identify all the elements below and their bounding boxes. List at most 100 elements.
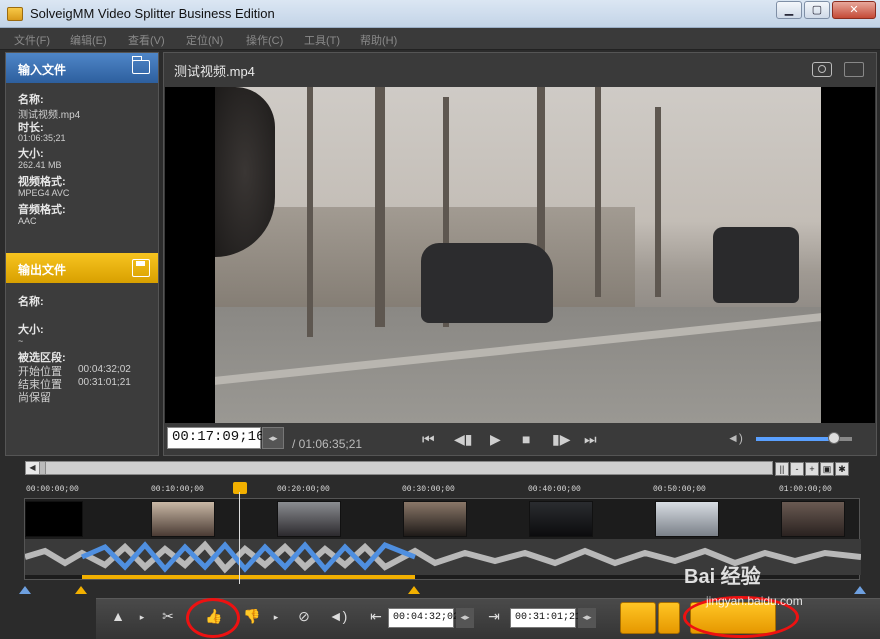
playhead-line bbox=[239, 492, 240, 584]
tick-label: 00:50:00;00 bbox=[653, 485, 706, 494]
video-filename: 测试视频.mp4 bbox=[174, 64, 255, 79]
title-bar: SolveigMM Video Splitter Business Editio… bbox=[0, 0, 880, 28]
volume-slider-knob[interactable] bbox=[828, 432, 840, 444]
fit-view-button[interactable]: ▣ bbox=[820, 462, 834, 476]
thumbnail bbox=[277, 501, 341, 537]
play-button[interactable]: ▶ bbox=[490, 431, 501, 448]
menu-navigate[interactable]: 定位(N) bbox=[186, 32, 223, 48]
output-name-label: 名称: bbox=[18, 296, 44, 308]
video-panel: 测试视频.mp4 00:17:09;16 ◂▸ / 01:06:35;21 ⏮ … bbox=[163, 52, 877, 456]
tick-label: 00:10:00;00 bbox=[151, 485, 204, 494]
timeline-ruler[interactable]: 00:00:00;00 00:10:00;00 00:20:00;00 00:3… bbox=[24, 480, 860, 500]
marker-up-icon[interactable]: ▲ bbox=[106, 608, 130, 624]
thumbnail bbox=[529, 501, 593, 537]
settings-button[interactable]: ✱ bbox=[835, 462, 849, 476]
print-icon[interactable] bbox=[844, 62, 864, 77]
jump-end-button[interactable]: ⏭ bbox=[584, 431, 597, 448]
menu-edit[interactable]: 编辑(E) bbox=[70, 32, 107, 48]
tick-label: 00:30:00;00 bbox=[402, 485, 455, 494]
blue-marker-end[interactable] bbox=[854, 586, 866, 594]
cut-dropdown-button[interactable] bbox=[658, 602, 680, 634]
timeline-scrollbar[interactable]: ◀ bbox=[25, 461, 773, 475]
thumbnail bbox=[655, 501, 719, 537]
input-size-label: 大小: bbox=[18, 148, 44, 160]
thumbs-dropdown-icon[interactable]: ▸ bbox=[264, 612, 288, 623]
output-file-header[interactable]: 输出文件 bbox=[6, 253, 158, 283]
playhead-marker[interactable] bbox=[233, 482, 247, 494]
input-duration-value: 01:06:35;21 bbox=[18, 133, 66, 143]
input-size-value: 262.41 MB bbox=[18, 160, 62, 170]
input-audio-format-value: AAC bbox=[18, 216, 37, 226]
menu-bar: 文件(F) 编辑(E) 查看(V) 定位(N) 操作(C) 工具(T) 帮助(H… bbox=[0, 28, 880, 50]
range-end-field[interactable]: 00:31:01;21 bbox=[510, 608, 581, 628]
input-video-format-label: 视频格式: bbox=[18, 176, 66, 188]
start-position-value: 00:04:32;02 bbox=[78, 364, 131, 375]
menu-operations[interactable]: 操作(C) bbox=[246, 32, 283, 48]
range-end-marker[interactable] bbox=[408, 586, 420, 594]
timecode-spinner[interactable]: ◂▸ bbox=[262, 427, 284, 449]
current-timecode-field[interactable]: 00:17:09;16 bbox=[167, 427, 264, 449]
pause-zoom-button[interactable]: || bbox=[775, 462, 789, 476]
scroll-left-button[interactable]: ◀ bbox=[26, 462, 40, 474]
baidu-watermark: Bai 经验 bbox=[684, 566, 761, 588]
input-file-header[interactable]: 输入文件 bbox=[6, 53, 158, 83]
zoom-in-button[interactable]: + bbox=[805, 462, 819, 476]
tick-label: 00:00:00;00 bbox=[26, 485, 79, 494]
delete-marker-icon[interactable]: ✂ bbox=[156, 608, 180, 625]
range-start-marker[interactable] bbox=[75, 586, 87, 594]
baidu-watermark-url: jingyan.baidu.com bbox=[706, 594, 803, 608]
go-start-icon[interactable]: ⇤ bbox=[364, 608, 388, 625]
step-forward-button[interactable]: ▮▶ bbox=[552, 431, 570, 448]
file-info-panel: 输入文件 名称: 测试视频.mp4 时长: 01:06:35;21 大小: 26… bbox=[5, 52, 159, 456]
annotation-circle-thumbs-up bbox=[186, 598, 240, 638]
folder-icon[interactable] bbox=[132, 56, 150, 74]
input-audio-format-label: 音频格式: bbox=[18, 204, 66, 216]
end-position-value: 00:31:01;21 bbox=[78, 377, 131, 388]
zoom-out-button[interactable]: - bbox=[790, 462, 804, 476]
cut-button[interactable] bbox=[620, 602, 656, 634]
selected-range-bar[interactable] bbox=[82, 575, 415, 579]
video-preview[interactable] bbox=[165, 87, 875, 423]
blue-marker-start[interactable] bbox=[19, 586, 31, 594]
go-end-icon[interactable]: ⇥ bbox=[482, 608, 506, 625]
save-icon[interactable] bbox=[132, 259, 150, 277]
maximize-button[interactable]: ▢ bbox=[804, 1, 830, 19]
close-button[interactable]: ✕ bbox=[832, 1, 876, 19]
thumbnail bbox=[403, 501, 467, 537]
minimize-button[interactable]: ▁ bbox=[776, 1, 802, 19]
marker-dropdown-icon[interactable]: ▸ bbox=[130, 612, 154, 623]
volume-icon[interactable]: ◄) bbox=[727, 431, 743, 445]
window-title: SolveigMM Video Splitter Business Editio… bbox=[30, 6, 275, 21]
keep-label: 尚保留 bbox=[18, 392, 51, 404]
total-duration: / 01:06:35;21 bbox=[292, 437, 363, 451]
output-size-label: 大小: bbox=[18, 324, 44, 336]
jump-start-button[interactable]: ⏮ bbox=[422, 431, 435, 448]
menu-view[interactable]: 查看(V) bbox=[128, 32, 165, 48]
input-file-title: 输入文件 bbox=[18, 63, 67, 77]
tick-label: 00:20:00;00 bbox=[277, 485, 330, 494]
output-size-value: ~ bbox=[18, 336, 24, 346]
mute-icon[interactable]: ◄) bbox=[326, 608, 350, 624]
app-icon bbox=[7, 7, 23, 21]
start-spinner[interactable]: ◂▸ bbox=[456, 608, 474, 628]
crop-icon[interactable]: ⊘ bbox=[292, 608, 316, 625]
video-frame-image bbox=[215, 87, 821, 423]
menu-help[interactable]: 帮助(H) bbox=[360, 32, 397, 48]
tick-label: 01:00:00;00 bbox=[779, 485, 832, 494]
scroll-thumb[interactable] bbox=[40, 462, 46, 474]
output-file-title: 输出文件 bbox=[18, 263, 67, 277]
thumbs-down-icon[interactable]: 👎 bbox=[240, 608, 264, 625]
menu-tools[interactable]: 工具(T) bbox=[304, 32, 340, 48]
thumbnail bbox=[151, 501, 215, 537]
tick-label: 00:40:00;00 bbox=[528, 485, 581, 494]
step-back-button[interactable]: ◀▮ bbox=[454, 431, 472, 448]
end-spinner[interactable]: ◂▸ bbox=[578, 608, 596, 628]
thumbnail bbox=[25, 501, 83, 537]
stop-button[interactable]: ■ bbox=[522, 431, 530, 447]
zoom-controls: || - + ▣ ✱ bbox=[775, 461, 850, 476]
input-name-label: 名称: bbox=[18, 94, 44, 106]
menu-file[interactable]: 文件(F) bbox=[14, 32, 50, 48]
range-start-field[interactable]: 00:04:32;02 bbox=[388, 608, 459, 628]
thumbnail bbox=[781, 501, 845, 537]
snapshot-camera-icon[interactable] bbox=[812, 62, 832, 77]
